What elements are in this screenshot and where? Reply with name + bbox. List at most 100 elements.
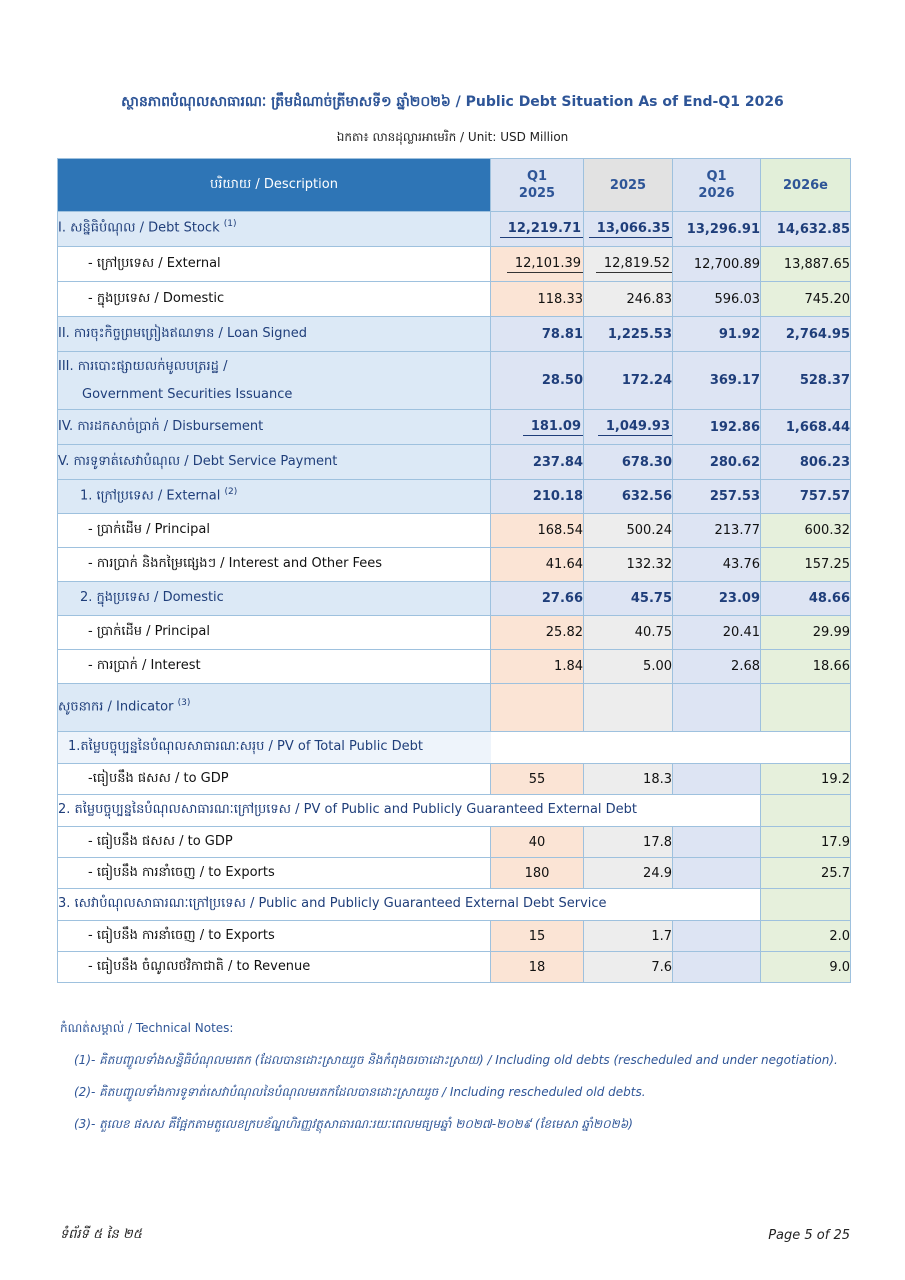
row-label: - ធៀបនឹង ការនាំចេញ / to Exports xyxy=(57,857,491,889)
cell-2025: 7.6 xyxy=(583,951,673,983)
cell-q1-2026 xyxy=(672,920,761,952)
cell-empty xyxy=(760,683,851,732)
header-description: បរិយាយ / Description xyxy=(57,158,491,212)
table-row: - ប្រាក់ដើម / Principal 168.54 500.24 21… xyxy=(57,513,851,548)
header-2025: 2025 xyxy=(583,158,673,212)
cell-2026e: 13,887.65 xyxy=(760,246,851,282)
cell-q1-2025: 25.82 xyxy=(490,615,584,650)
technical-notes: កំណត់សម្គាល់ / Technical Notes: (1)- គិត… xyxy=(60,1020,860,1148)
cell-2026e: 745.20 xyxy=(760,281,851,317)
table-row: - ក្រៅប្រទេស / External 12,101.39 12,819… xyxy=(57,246,851,282)
row-label: III. ការបោះផ្សាយលក់មូលបត្ររដ្ឋ / Governme… xyxy=(57,351,491,410)
cell-q1-2026: 192.86 xyxy=(672,409,761,445)
table-row: - ធៀបនឹង ការនាំចេញ / to Exports 180 24.9… xyxy=(57,857,851,889)
cell-2026e: 18.66 xyxy=(760,649,851,684)
cell-2025: 45.75 xyxy=(583,581,673,616)
cell-q1-2026: 12,700.89 xyxy=(672,246,761,282)
public-debt-table: បរិយាយ / Description Q1 2025 2025 Q1 2026 … xyxy=(57,158,851,983)
row-label: - ធៀបនឹង ចំណូលថវិកាជាតិ / to Revenue xyxy=(57,951,491,983)
cell-q1-2025: 12,219.71 xyxy=(490,211,584,247)
cell-2025: 1.7 xyxy=(583,920,673,952)
cell-empty xyxy=(760,888,851,921)
cell-2025: 24.9 xyxy=(583,857,673,889)
cell-q1-2026: 91.92 xyxy=(672,316,761,352)
unit-label: ឯកតា៖ លានដុល្លារអាមេរិក / Unit: USD Mill… xyxy=(336,130,569,144)
cell-2026e: 29.99 xyxy=(760,615,851,650)
section-label: 2. តម្លៃបច្ចុប្បន្ននៃបំណុលសាធារណៈក្រៅប្រ… xyxy=(57,794,761,827)
row-label: - ក្រៅប្រទេស / External xyxy=(57,246,491,282)
row-label: - ប្រាក់ដើម / Principal xyxy=(57,615,491,650)
cell-q1-2026 xyxy=(672,826,761,858)
cell-q1-2026: 213.77 xyxy=(672,513,761,548)
cell-2025: 12,819.52 xyxy=(583,246,673,282)
table-row: 1. ក្រៅប្រទេស / External (2) 210.18 632.… xyxy=(57,479,851,514)
cell-q1-2025: 41.64 xyxy=(490,547,584,582)
row-label: - ធៀបនឹង ការនាំចេញ / to Exports xyxy=(57,920,491,952)
table-row: - ក្នុងប្រទេស / Domestic 118.33 246.83 5… xyxy=(57,281,851,317)
header-q1-2025: Q1 2025 xyxy=(490,158,584,212)
cell-2025: 40.75 xyxy=(583,615,673,650)
cell-2025: 13,066.35 xyxy=(583,211,673,247)
table-row: - ធៀបនឹង ចំណូលថវិកាជាតិ / to Revenue 18 … xyxy=(57,951,851,983)
page-title: ស្ថានភាពបំណុលសាធារណៈ ត្រឹមដំណាច់ត្រីមាសទ… xyxy=(121,94,784,110)
table-row: - ការប្រាក់ / Interest 1.84 5.00 2.68 18… xyxy=(57,649,851,684)
cell-q1-2025: 55 xyxy=(490,763,584,795)
row-label: 1. ក្រៅប្រទេស / External (2) xyxy=(57,479,491,514)
cell-q1-2026: 23.09 xyxy=(672,581,761,616)
cell-2025: 632.56 xyxy=(583,479,673,514)
cell-2025: 17.8 xyxy=(583,826,673,858)
cell-2025: 1,049.93 xyxy=(583,409,673,445)
header-2026e: 2026e xyxy=(760,158,851,212)
cell-2026e: 2,764.95 xyxy=(760,316,851,352)
section-label: 3. សេវាបំណុលសាធារណៈក្រៅប្រទេស / Public a… xyxy=(57,888,761,921)
cell-empty xyxy=(760,794,851,827)
table-row: I. សន្និធិបំណុល / Debt Stock (1) 12,219.… xyxy=(57,211,851,247)
table-row: - ប្រាក់ដើម / Principal 25.82 40.75 20.4… xyxy=(57,615,851,650)
cell-2025: 172.24 xyxy=(583,351,673,410)
row-label: I. សន្និធិបំណុល / Debt Stock (1) xyxy=(57,211,491,247)
cell-2026e: 757.57 xyxy=(760,479,851,514)
cell-2026e: 14,632.85 xyxy=(760,211,851,247)
cell-2026e: 2.0 xyxy=(760,920,851,952)
cell-2025: 500.24 xyxy=(583,513,673,548)
cell-2026e: 157.25 xyxy=(760,547,851,582)
cell-q1-2026: 2.68 xyxy=(672,649,761,684)
cell-q1-2026: 20.41 xyxy=(672,615,761,650)
cell-2026e: 528.37 xyxy=(760,351,851,410)
table-row: II. ការចុះកិច្ចព្រមព្រៀងឥណទាន / Loan Sig… xyxy=(57,316,851,352)
cell-q1-2026 xyxy=(672,951,761,983)
cell-empty xyxy=(672,683,761,732)
cell-q1-2025: 118.33 xyxy=(490,281,584,317)
cell-2025: 132.32 xyxy=(583,547,673,582)
cell-q1-2025: 180 xyxy=(490,857,584,889)
section-label: 1.តម្លៃបច្ចុប្បន្ននៃបំណុលសាធារណៈសរុប / P… xyxy=(57,731,491,764)
notes-heading: កំណត់សម្គាល់ / Technical Notes: xyxy=(60,1021,234,1035)
cell-q1-2025: 27.66 xyxy=(490,581,584,616)
indicator-label: សូចនាករ / Indicator (3) xyxy=(57,683,491,732)
cell-q1-2026: 257.53 xyxy=(672,479,761,514)
header-row: បរិយាយ / Description Q1 2025 2025 Q1 2026 … xyxy=(57,158,851,212)
cell-q1-2026: 13,296.91 xyxy=(672,211,761,247)
header-q1-2026: Q1 2026 xyxy=(672,158,761,212)
table-row: IV. ការដកសាច់ប្រាក់ / Disbursement 181.0… xyxy=(57,409,851,445)
cell-2026e: 806.23 xyxy=(760,444,851,480)
table-row: - ធៀបនឹង ផសស / to GDP 40 17.8 17.9 xyxy=(57,826,851,858)
row-label: - ធៀបនឹង ផសស / to GDP xyxy=(57,826,491,858)
cell-q1-2026: 43.76 xyxy=(672,547,761,582)
indicator-section-row: 2. តម្លៃបច្ចុប្បន្ននៃបំណុលសាធារណៈក្រៅប្រ… xyxy=(57,794,851,827)
row-label: - ការប្រាក់ និងកម្រៃផ្សេងៗ / Interest an… xyxy=(57,547,491,582)
table-row: 2. ក្នុងប្រទេស / Domestic 27.66 45.75 23… xyxy=(57,581,851,616)
cell-q1-2025: 1.84 xyxy=(490,649,584,684)
table-row: III. ការបោះផ្សាយលក់មូលបត្ររដ្ឋ / Governme… xyxy=(57,351,851,410)
row-label: - ការប្រាក់ / Interest xyxy=(57,649,491,684)
cell-q1-2025: 168.54 xyxy=(490,513,584,548)
row-label: II. ការចុះកិច្ចព្រមព្រៀងឥណទាន / Loan Sig… xyxy=(57,316,491,352)
cell-q1-2026: 596.03 xyxy=(672,281,761,317)
row-label: IV. ការដកសាច់ប្រាក់ / Disbursement xyxy=(57,409,491,445)
cell-2026e: 600.32 xyxy=(760,513,851,548)
cell-empty xyxy=(490,731,851,764)
row-label: 2. ក្នុងប្រទេស / Domestic xyxy=(57,581,491,616)
cell-2025: 5.00 xyxy=(583,649,673,684)
cell-q1-2025: 78.81 xyxy=(490,316,584,352)
cell-q1-2026: 280.62 xyxy=(672,444,761,480)
